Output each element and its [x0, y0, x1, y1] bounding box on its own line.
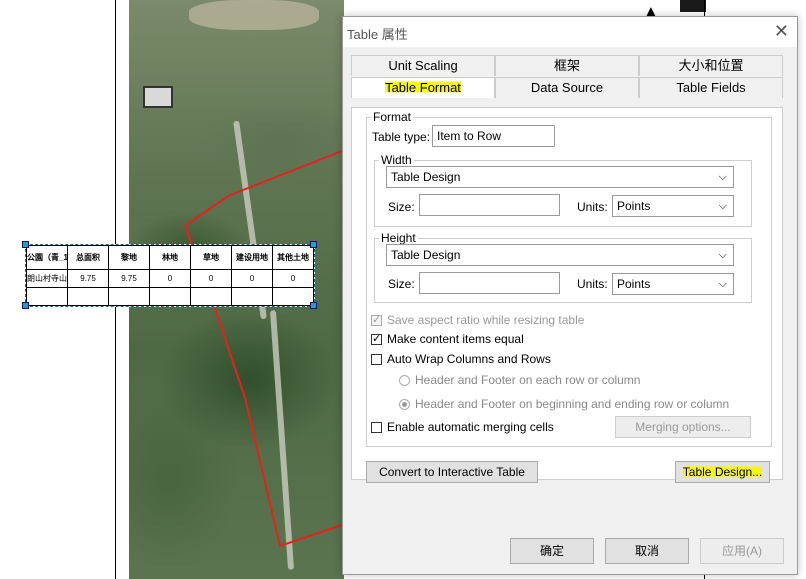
table-cell-empty: [108, 287, 150, 306]
height-size-input[interactable]: [419, 272, 560, 294]
height-group-label: Height: [381, 231, 416, 245]
checkbox-box: [371, 332, 382, 345]
resize-handle-nw[interactable]: [22, 241, 29, 248]
ok-button[interactable]: 确定: [510, 538, 594, 564]
table-type-field[interactable]: Item to Row: [432, 125, 555, 147]
tab-row-top: Unit Scaling 框架 大小和位置: [351, 55, 783, 76]
height-units-label: Units:: [577, 277, 608, 291]
height-mode-value: Table Design: [391, 248, 461, 262]
table-header-cell: 黎地: [108, 244, 150, 271]
tab-table-format-label: Table Format: [385, 80, 461, 95]
merging-options-button[interactable]: Merging options...: [615, 416, 751, 438]
height-units-select[interactable]: Points ⌵: [612, 273, 734, 295]
width-mode-select[interactable]: Table Design ⌵: [386, 166, 734, 188]
radio-header-each-label: Header and Footer on each row or column: [415, 373, 641, 387]
chevron-down-icon: ⌵: [718, 171, 727, 183]
checkbox-box: [371, 313, 382, 326]
table-cell: 0: [149, 269, 191, 289]
apply-button[interactable]: 应用(A): [700, 538, 784, 564]
table-properties-dialog: Table 属性 ✕ Unit Scaling 框架 大小和位置 Table F…: [342, 16, 798, 575]
table-design-button[interactable]: Table Design...: [675, 461, 770, 483]
resize-handle-se[interactable]: [310, 302, 317, 309]
auto-merge-label: Enable automatic merging cells: [387, 420, 554, 434]
tab-row-bottom: Table Format Data Source Table Fields: [351, 77, 783, 98]
tab-table-fields[interactable]: Table Fields: [639, 77, 783, 98]
radio-header-each[interactable]: Header and Footer on each row or column: [399, 373, 640, 387]
table-header-cell: 其他土地: [272, 244, 314, 271]
table-format-panel: Format Table type: Item to Row Width Tab…: [351, 107, 783, 483]
auto-wrap-checkbox[interactable]: Auto Wrap Columns and Rows: [371, 352, 551, 366]
tab-table-format[interactable]: Table Format: [351, 77, 495, 98]
table-cell: 9.75: [108, 269, 150, 289]
table-header-cell: 草地: [190, 244, 232, 271]
table-cell: 9.75: [67, 269, 109, 289]
radio-dot: [399, 398, 410, 410]
dialog-title: Table 属性: [347, 27, 408, 42]
table-cell: 朗山村寺山公园: [26, 269, 68, 289]
table-cell-empty: [67, 287, 109, 306]
width-size-label: Size:: [388, 200, 415, 214]
table-cell: 0: [190, 269, 232, 289]
width-group-label: Width: [381, 153, 412, 167]
table-cell-empty: [231, 287, 273, 306]
height-size-label: Size:: [388, 277, 415, 291]
width-units-value: Points: [617, 199, 651, 213]
table-type-label: Table type:: [372, 130, 431, 144]
close-icon[interactable]: ✕: [774, 21, 789, 42]
save-aspect-checkbox[interactable]: Save aspect ratio while resizing table: [371, 313, 584, 327]
table-cell-empty: [272, 287, 314, 306]
make-equal-label: Make content items equal: [387, 332, 524, 346]
radio-header-begin[interactable]: Header and Footer on beginning and endin…: [399, 397, 729, 411]
table-design-label: Table Design...: [682, 465, 763, 479]
chevron-down-icon: ⌵: [718, 278, 727, 290]
chevron-down-icon: ⌵: [718, 249, 727, 261]
resize-handle-ne[interactable]: [310, 241, 317, 248]
width-mode-value: Table Design: [391, 170, 461, 184]
height-mode-select[interactable]: Table Design ⌵: [386, 244, 734, 266]
resize-handle-sw[interactable]: [22, 302, 29, 309]
radio-dot: [399, 374, 410, 386]
dialog-titlebar[interactable]: Table 属性 ✕: [343, 17, 797, 47]
width-units-label: Units:: [577, 200, 608, 214]
table-cell: 0: [231, 269, 273, 289]
table-cell-empty: [26, 287, 68, 306]
save-aspect-label: Save aspect ratio while resizing table: [387, 313, 585, 327]
auto-merge-checkbox[interactable]: Enable automatic merging cells: [371, 420, 554, 434]
convert-interactive-table-button[interactable]: Convert to Interactive Table: [366, 461, 538, 483]
tab-unit-scaling[interactable]: Unit Scaling: [351, 55, 495, 76]
checkbox-box: [371, 353, 382, 365]
table-cell: 0: [272, 269, 314, 289]
table-cell-empty: [190, 287, 232, 306]
tab-data-source[interactable]: Data Source: [495, 77, 639, 98]
tab-frame[interactable]: 框架: [495, 55, 639, 76]
format-group-label: Format: [373, 110, 412, 124]
table-header-cell: 林地: [149, 244, 191, 271]
checkbox-box: [371, 421, 382, 433]
width-units-select[interactable]: Points ⌵: [612, 195, 734, 217]
table-cell-empty: [149, 287, 191, 306]
cancel-button[interactable]: 取消: [605, 538, 689, 564]
auto-wrap-label: Auto Wrap Columns and Rows: [387, 352, 551, 366]
tab-size-position[interactable]: 大小和位置: [639, 55, 783, 76]
table-header-cell: 建设用地: [231, 244, 273, 271]
table-header-cell: 公園（青_1: [26, 244, 68, 271]
radio-header-begin-label: Header and Footer on beginning and endin…: [415, 397, 730, 411]
height-units-value: Points: [617, 277, 651, 291]
table-header-cell: 总面积: [67, 244, 109, 271]
width-size-input[interactable]: [419, 194, 560, 216]
chevron-down-icon: ⌵: [718, 200, 727, 212]
attribute-table-element[interactable]: 公園（青_1 总面积 黎地 林地 草地 建设用地 其他土地 朗山村寺山公园 9.…: [25, 244, 315, 307]
make-equal-checkbox[interactable]: Make content items equal: [371, 332, 524, 346]
